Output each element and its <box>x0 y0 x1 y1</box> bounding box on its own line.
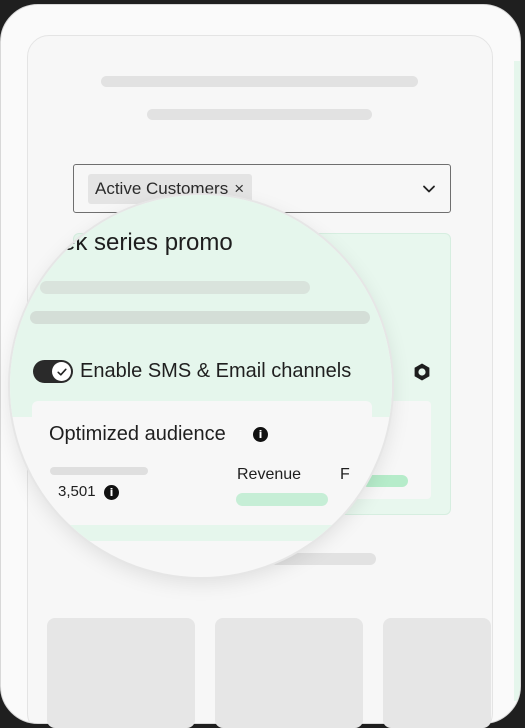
magnifier-lens: ek series promo Enable SMS & Email chann… <box>10 195 392 577</box>
metric-label: F <box>340 466 350 483</box>
info-icon[interactable]: i <box>104 485 119 500</box>
placeholder-tile[interactable] <box>215 618 363 728</box>
skeleton-line <box>101 76 418 87</box>
campaign-title: ek series promo <box>62 229 233 256</box>
toggle-knob <box>52 362 71 381</box>
skeleton-line <box>30 311 370 324</box>
skeleton-line <box>50 467 148 475</box>
audience-count: 3,501 <box>58 483 96 500</box>
audience-title: Optimized audience <box>49 423 226 445</box>
check-icon <box>56 368 67 376</box>
chevron-down-icon[interactable] <box>422 182 436 196</box>
side-strip <box>514 61 520 701</box>
channels-toggle-label: Enable SMS & Email channels <box>80 360 352 382</box>
revenue-label: Revenue <box>237 466 302 483</box>
gear-icon[interactable] <box>412 362 432 382</box>
placeholder-tile[interactable] <box>383 618 491 728</box>
placeholder-tile[interactable] <box>47 618 195 728</box>
channels-toggle[interactable] <box>33 360 73 383</box>
lens-card-footer <box>40 525 370 541</box>
skeleton-line <box>40 281 310 294</box>
info-icon[interactable]: i <box>253 427 268 442</box>
revenue-bar <box>236 493 328 506</box>
skeleton-line <box>147 109 372 120</box>
